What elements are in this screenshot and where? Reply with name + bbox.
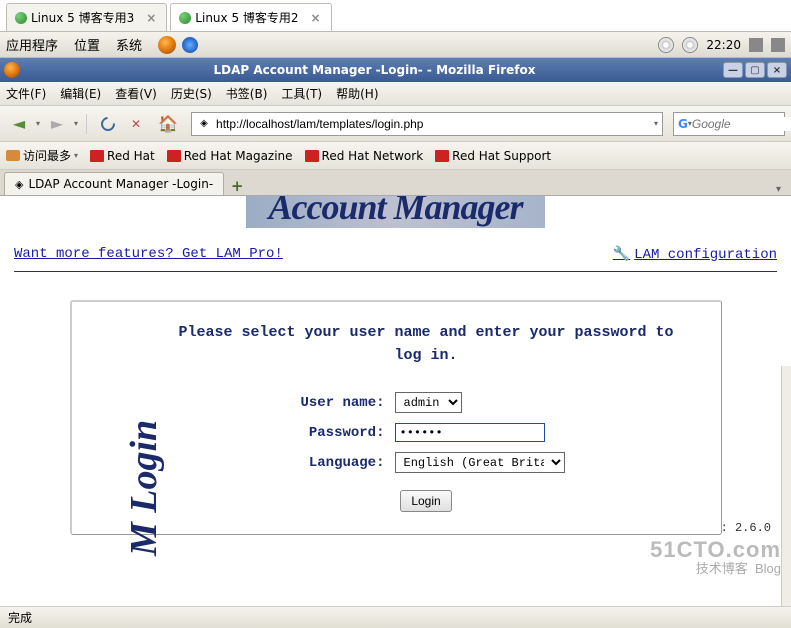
search-input[interactable] <box>692 117 791 131</box>
redhat-icon <box>90 150 104 162</box>
bookmark-item[interactable]: Red Hat Magazine <box>167 149 293 163</box>
version-label: : 2.6.0 <box>721 521 771 535</box>
home-button[interactable]: 🏠 <box>155 111 181 137</box>
redhat-icon <box>435 150 449 162</box>
os-tab-label: Linux 5 博客专用2 <box>195 9 298 26</box>
back-button[interactable]: ◄ <box>6 111 32 137</box>
login-side-label: M Login <box>122 420 166 556</box>
window-title: LDAP Account Manager -Login- - Mozilla F… <box>26 63 723 77</box>
page-content: Account Manager Want more features? Get … <box>0 196 791 606</box>
language-select[interactable]: English (Great Britain) <box>395 452 565 473</box>
clock[interactable]: 22:20 <box>706 38 741 52</box>
disc-icon[interactable] <box>658 37 674 53</box>
close-icon[interactable]: × <box>311 11 321 25</box>
tray-icon[interactable] <box>771 38 785 52</box>
menu-file[interactable]: 文件(F) <box>6 85 46 102</box>
login-button[interactable]: Login <box>400 490 451 512</box>
lam-pro-link[interactable]: Want more features? Get LAM Pro! <box>14 246 283 263</box>
url-input[interactable] <box>212 117 654 131</box>
forward-button[interactable]: ► <box>44 111 70 137</box>
speaker-icon[interactable] <box>749 38 763 52</box>
window-titlebar: LDAP Account Manager -Login- - Mozilla F… <box>0 58 791 82</box>
redhat-icon <box>305 150 319 162</box>
menu-view[interactable]: 查看(V) <box>115 85 157 102</box>
login-card: M Login Please select your user name and… <box>70 300 722 535</box>
bookmark-item[interactable]: Red Hat Support <box>435 149 551 163</box>
browser-tab-strip: ◈ LDAP Account Manager -Login- + ▾ <box>0 170 791 196</box>
chevron-down-icon: ▾ <box>74 151 78 160</box>
menu-places[interactable]: 位置 <box>74 35 100 54</box>
close-icon[interactable]: × <box>146 11 156 25</box>
tab-overflow-icon[interactable]: ▾ <box>770 184 787 195</box>
gnome-panel: 应用程序 位置 系统 22:20 <box>0 32 791 58</box>
menu-history[interactable]: 历史(S) <box>171 85 212 102</box>
menu-tools[interactable]: 工具(T) <box>281 85 322 102</box>
tab-label: LDAP Account Manager -Login- <box>28 177 213 191</box>
language-label: Language: <box>270 455 385 471</box>
password-input[interactable] <box>395 423 545 442</box>
stop-button[interactable]: ✕ <box>125 111 151 137</box>
side-strip <box>781 366 791 606</box>
bookmarks-toolbar: 访问最多 ▾ Red Hat Red Hat Magazine Red Hat … <box>0 142 791 170</box>
os-tab[interactable]: Linux 5 博客专用3 × <box>6 3 167 31</box>
search-bar[interactable]: G ▾ <box>673 112 785 136</box>
menu-bookmarks[interactable]: 书签(B) <box>226 85 268 102</box>
minimize-button[interactable]: — <box>723 62 743 78</box>
user-label: User name: <box>270 395 385 411</box>
firefox-launcher-icon[interactable] <box>158 36 176 54</box>
close-button[interactable]: × <box>767 62 787 78</box>
reload-button[interactable] <box>95 111 121 137</box>
redhat-icon <box>167 150 181 162</box>
url-bar[interactable]: ◈ ▾ <box>191 112 663 136</box>
vm-icon <box>179 12 191 24</box>
globe-icon[interactable] <box>182 37 198 53</box>
menu-bar: 文件(F) 编辑(E) 查看(V) 历史(S) 书签(B) 工具(T) 帮助(H… <box>0 82 791 106</box>
new-tab-button[interactable]: + <box>224 177 250 195</box>
menu-system[interactable]: 系统 <box>116 35 142 54</box>
status-bar: 完成 <box>0 606 791 628</box>
app-banner: Account Manager <box>0 196 791 228</box>
os-tab-strip: Linux 5 博客专用3 × Linux 5 博客专用2 × <box>0 0 791 32</box>
login-prompt: Please select your user name and enter y… <box>90 322 703 367</box>
firefox-icon <box>4 62 20 78</box>
wrench-icon: 🔧 <box>613 246 630 263</box>
lam-config-link[interactable]: 🔧 LAM configuration <box>613 246 777 263</box>
forward-history-dropdown[interactable]: ▾ <box>74 119 78 128</box>
vm-icon <box>15 12 27 24</box>
menu-applications[interactable]: 应用程序 <box>6 35 58 54</box>
lam-favicon: ◈ <box>196 116 212 132</box>
most-visited-label: 访问最多 <box>23 147 71 164</box>
nav-toolbar: ◄ ▾ ► ▾ ✕ 🏠 ◈ ▾ G ▾ <box>0 106 791 142</box>
status-text: 完成 <box>8 609 32 626</box>
banner-text: Account Manager <box>268 196 522 227</box>
bookmark-item[interactable]: Red Hat <box>90 149 155 163</box>
password-label: Password: <box>270 425 385 441</box>
watermark: 51CTO.com 技术博客 Blog <box>650 538 781 576</box>
user-select[interactable]: admin <box>395 392 462 413</box>
disc-icon[interactable] <box>682 37 698 53</box>
divider <box>14 271 777 272</box>
os-tab-label: Linux 5 博客专用3 <box>31 9 134 26</box>
separator <box>86 114 87 134</box>
bookmark-item[interactable]: Red Hat Network <box>305 149 424 163</box>
os-tab[interactable]: Linux 5 博客专用2 × <box>170 3 331 31</box>
url-dropdown-icon[interactable]: ▾ <box>654 119 658 128</box>
folder-icon <box>6 150 20 161</box>
maximize-button[interactable]: ▢ <box>745 62 765 78</box>
most-visited[interactable]: 访问最多 ▾ <box>6 147 78 164</box>
menu-help[interactable]: 帮助(H) <box>336 85 378 102</box>
menu-edit[interactable]: 编辑(E) <box>60 85 101 102</box>
tab-favicon: ◈ <box>15 178 23 191</box>
back-history-dropdown[interactable]: ▾ <box>36 119 40 128</box>
browser-tab[interactable]: ◈ LDAP Account Manager -Login- <box>4 172 224 195</box>
google-icon: G <box>678 117 688 131</box>
